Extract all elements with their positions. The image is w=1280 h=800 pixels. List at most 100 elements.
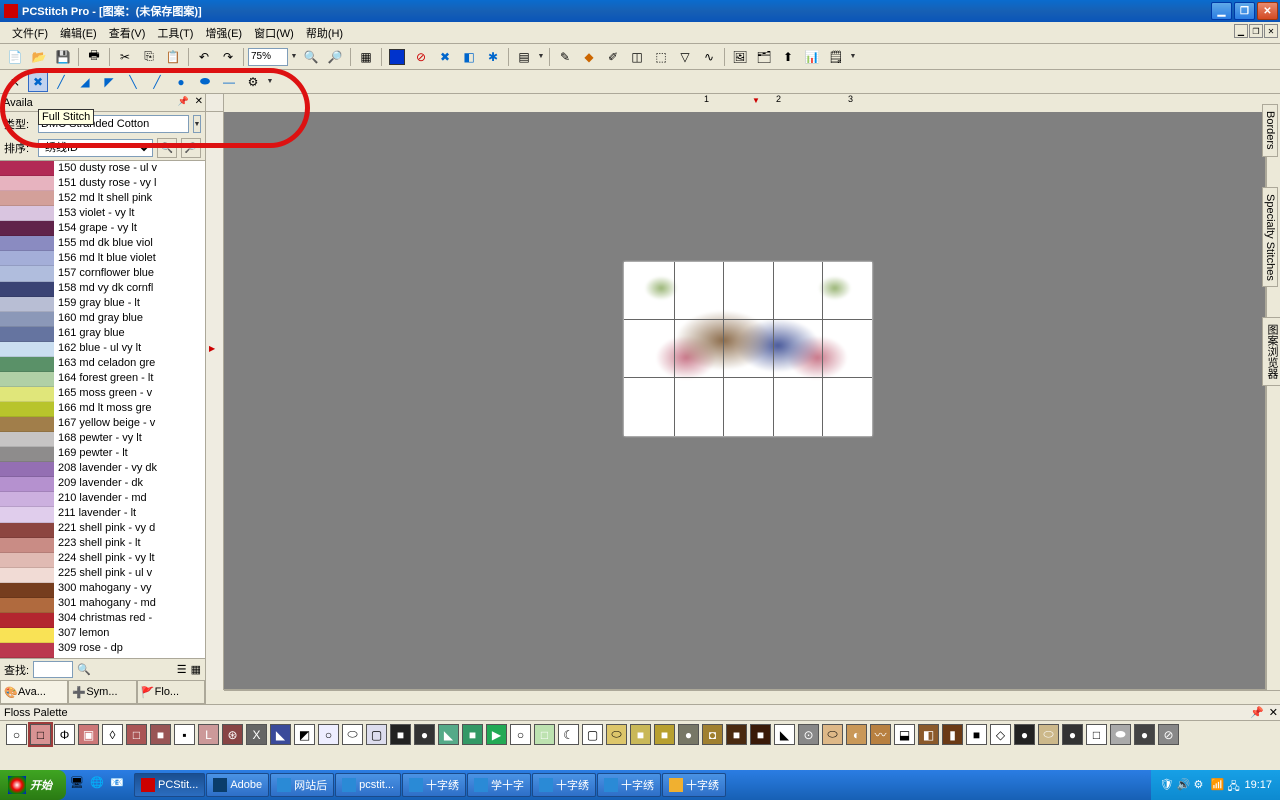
color-swatch[interactable]	[0, 643, 54, 658]
undo-icon[interactable]: ↶	[193, 46, 215, 68]
menu-view[interactable]: 查看(V)	[103, 23, 152, 43]
pin-icon[interactable]: 📌	[178, 96, 189, 107]
color-item[interactable]: 157 cornflower blue	[54, 266, 205, 281]
type-dropdown-icon[interactable]: ▼	[193, 115, 201, 133]
color-swatch[interactable]	[0, 191, 54, 206]
color-swatch[interactable]	[0, 598, 54, 613]
floss-chip[interactable]: ▶	[486, 724, 507, 745]
color-swatch[interactable]	[0, 432, 54, 447]
floss-chip[interactable]: □	[534, 724, 555, 745]
floss-chip[interactable]: ⬭	[1038, 724, 1059, 745]
paste-icon[interactable]: 📋	[162, 46, 184, 68]
floss-chip[interactable]: □	[126, 724, 147, 745]
color-item[interactable]: 169 pewter - lt	[54, 446, 205, 461]
color-item[interactable]: 223 shell pink - lt	[54, 536, 205, 551]
color-item[interactable]: 225 shell pink - ul v	[54, 566, 205, 581]
view-grid-icon[interactable]: ▦	[191, 663, 201, 676]
ql-icon[interactable]: 📧	[110, 776, 128, 794]
color-item[interactable]: 167 yellow beige - v	[54, 416, 205, 431]
floss-chip[interactable]: ■	[726, 724, 747, 745]
floss-chip[interactable]: ◩	[294, 724, 315, 745]
grid-icon[interactable]: ▦	[355, 46, 377, 68]
floss-chip[interactable]: ▪	[174, 724, 195, 745]
floss-chip[interactable]: ☾	[558, 724, 579, 745]
floss-chip[interactable]: ●	[414, 724, 435, 745]
tab-symbols[interactable]: ➕Sym...	[68, 681, 136, 704]
panel-close-icon[interactable]: ✕	[195, 96, 203, 107]
horizontal-scrollbar[interactable]	[224, 690, 1280, 704]
color-swatch[interactable]	[0, 568, 54, 583]
color-swatch[interactable]	[0, 417, 54, 432]
task-button[interactable]: 十字绣	[597, 773, 661, 797]
color-item[interactable]: 210 lavender - md	[54, 491, 205, 506]
tool-dropdown-icon[interactable]: ▼	[849, 48, 857, 66]
color-swatch[interactable]	[0, 583, 54, 598]
color-swatch[interactable]	[0, 523, 54, 538]
floss-chip[interactable]: ●	[1134, 724, 1155, 745]
menu-edit[interactable]: 编辑(E)	[54, 23, 103, 43]
color-item[interactable]: 156 md lt blue violet	[54, 251, 205, 266]
sort-asc-icon[interactable]: 🔍	[157, 138, 177, 158]
floss-chip[interactable]: ⊙	[798, 724, 819, 745]
color-item[interactable]: 154 grape - vy lt	[54, 221, 205, 236]
half-stitch-icon[interactable]: ╱	[50, 71, 72, 93]
color-button[interactable]	[386, 46, 408, 68]
close-button[interactable]: ✕	[1257, 2, 1278, 20]
floss-chip[interactable]: ◘	[702, 724, 723, 745]
floss-chip[interactable]: ○	[318, 724, 339, 745]
color-swatch[interactable]	[0, 538, 54, 553]
task-button[interactable]: 学十字	[467, 773, 531, 797]
tray-icon[interactable]: 🔊	[1176, 778, 1190, 792]
floss-chip[interactable]: ⬭	[342, 724, 363, 745]
color-item[interactable]: 158 md vy dk cornfl	[54, 281, 205, 296]
back-stitch-icon[interactable]: ╲	[122, 71, 144, 93]
floss-chip[interactable]: ⊘	[1158, 724, 1179, 745]
color-item[interactable]: 168 pewter - vy lt	[54, 431, 205, 446]
color-item[interactable]: 309 rose - dp	[54, 641, 205, 656]
floss-chip[interactable]: L	[198, 724, 219, 745]
floss-chip[interactable]: ⬭	[606, 724, 627, 745]
maximize-button[interactable]: ❐	[1234, 2, 1255, 20]
color-item[interactable]: 300 mahogany - vy	[54, 581, 205, 596]
color-swatch[interactable]	[0, 236, 54, 251]
color-item[interactable]: 211 lavender - lt	[54, 506, 205, 521]
color-swatch[interactable]	[0, 628, 54, 643]
copy-icon[interactable]: ⎘	[138, 46, 160, 68]
color-swatch[interactable]	[0, 282, 54, 297]
tab-specialty[interactable]: Specialty Stitches	[1262, 187, 1278, 288]
color-item[interactable]: 159 gray blue - lt	[54, 296, 205, 311]
floss-chip[interactable]: ●	[1014, 724, 1035, 745]
menu-tools[interactable]: 工具(T)	[151, 23, 199, 43]
floss-chip[interactable]: ◇	[990, 724, 1011, 745]
color-swatch[interactable]	[0, 342, 54, 357]
floss-chip[interactable]: ⬬	[1110, 724, 1131, 745]
floss-chip[interactable]: ◧	[918, 724, 939, 745]
floss-chip[interactable]: ▮	[942, 724, 963, 745]
mdi-restore-icon[interactable]: ❐	[1249, 24, 1263, 38]
task-button[interactable]: 网站后	[270, 773, 334, 797]
floss-chip[interactable]: Φ	[54, 724, 75, 745]
floss-chip[interactable]: ⊛	[222, 724, 243, 745]
tool-f-icon[interactable]: ▽	[674, 46, 696, 68]
color-item[interactable]: 162 blue - ul vy lt	[54, 341, 205, 356]
view-list-icon[interactable]: ☰	[177, 663, 187, 676]
find-input[interactable]	[33, 661, 73, 678]
color-swatch[interactable]	[0, 553, 54, 568]
task-button[interactable]: Adobe	[206, 773, 269, 797]
color-swatch[interactable]	[0, 251, 54, 266]
task-button[interactable]: 十字绣	[402, 773, 466, 797]
line-stitch-icon[interactable]: ╱	[146, 71, 168, 93]
stitch-half-icon[interactable]: ◧	[458, 46, 480, 68]
sort-select[interactable]: 绣线ID	[38, 139, 153, 157]
special-dropdown-icon[interactable]: ▼	[266, 73, 274, 91]
special-icon[interactable]: ⚙	[242, 71, 264, 93]
floss-chip[interactable]: ■	[966, 724, 987, 745]
floss-close-icon[interactable]: ✕	[1269, 706, 1278, 719]
zoom-input[interactable]	[248, 48, 288, 66]
bead-icon[interactable]: ⬬	[194, 71, 216, 93]
color-swatch[interactable]	[0, 161, 54, 176]
tray-icon[interactable]: 📶	[1210, 778, 1224, 792]
color-swatch[interactable]	[0, 327, 54, 342]
floss-chip[interactable]: ◣	[774, 724, 795, 745]
floss-chip[interactable]: □	[30, 724, 51, 745]
